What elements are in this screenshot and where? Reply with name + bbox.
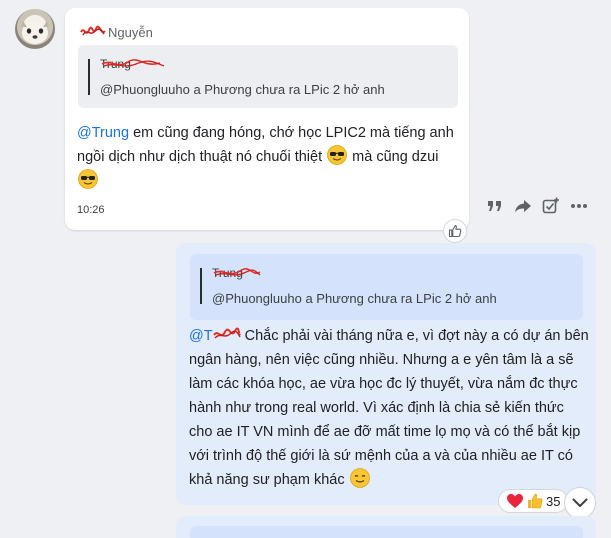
mention-link[interactable]: @T [189, 328, 213, 344]
message-text-part2: mà cũng dzui [348, 149, 439, 165]
smiling-emoji [349, 468, 370, 488]
thumbs-up-emoji [528, 493, 543, 509]
quote-bar [88, 59, 90, 95]
quoted-author-redacted: Trung [212, 266, 261, 280]
sunglasses-emoji [78, 169, 98, 189]
quoted-message[interactable] [190, 526, 583, 538]
message-text-body: Chắc phải vài tháng nữa e, vì đợt này a … [189, 328, 589, 488]
incoming-message-bubble: Nguyễn Trung @Phuongluuho a Phương chưa … [65, 8, 469, 230]
quote-bar [200, 268, 202, 304]
add-task-icon[interactable] [540, 195, 562, 217]
quoted-text: @Phuongluuho a Phương chưa ra LPic 2 hở … [212, 291, 497, 306]
chevron-down-icon [572, 498, 588, 507]
redacted-mention-scribble [212, 327, 241, 339]
message-action-toolbar [484, 195, 590, 217]
more-icon[interactable] [568, 195, 590, 217]
sender-name[interactable]: Nguyễn [108, 25, 153, 40]
message-text: @Trung em cũng đang hóng, chớ học LPIC2 … [77, 121, 462, 193]
quoted-message[interactable]: Trung @Phuongluuho a Phương chưa ra LPic… [190, 254, 583, 320]
scroll-to-bottom-button[interactable] [564, 487, 596, 519]
sunglasses-emoji [327, 145, 348, 165]
own-message-bubble: Trung @Phuongluuho a Phương chưa ra LPic… [176, 243, 596, 505]
mention-link[interactable]: @Trung [77, 125, 129, 141]
message-time: 10:26 [77, 204, 105, 216]
redacted-name-scribble [80, 25, 106, 36]
reactions-pill[interactable]: 35 [498, 489, 569, 513]
reaction-count: 35 [546, 493, 561, 509]
quote-icon[interactable] [484, 195, 506, 217]
sender-avatar[interactable] [15, 9, 55, 49]
quoted-message[interactable]: Trung @Phuongluuho a Phương chưa ra LPic… [78, 45, 458, 108]
thumbs-up-outline-icon [448, 224, 462, 238]
forward-icon[interactable] [512, 195, 534, 217]
react-like-button[interactable] [443, 219, 467, 243]
next-message-bubble [176, 516, 596, 538]
message-text: @T Chắc phải vài tháng nữa e, vì đợt này… [189, 324, 589, 492]
heart-emoji [507, 494, 523, 508]
quoted-text: @Phuongluuho a Phương chưa ra LPic 2 hở … [100, 82, 385, 97]
sender-row: Nguyễn [80, 24, 153, 40]
quoted-author-redacted: Trung [100, 57, 165, 71]
